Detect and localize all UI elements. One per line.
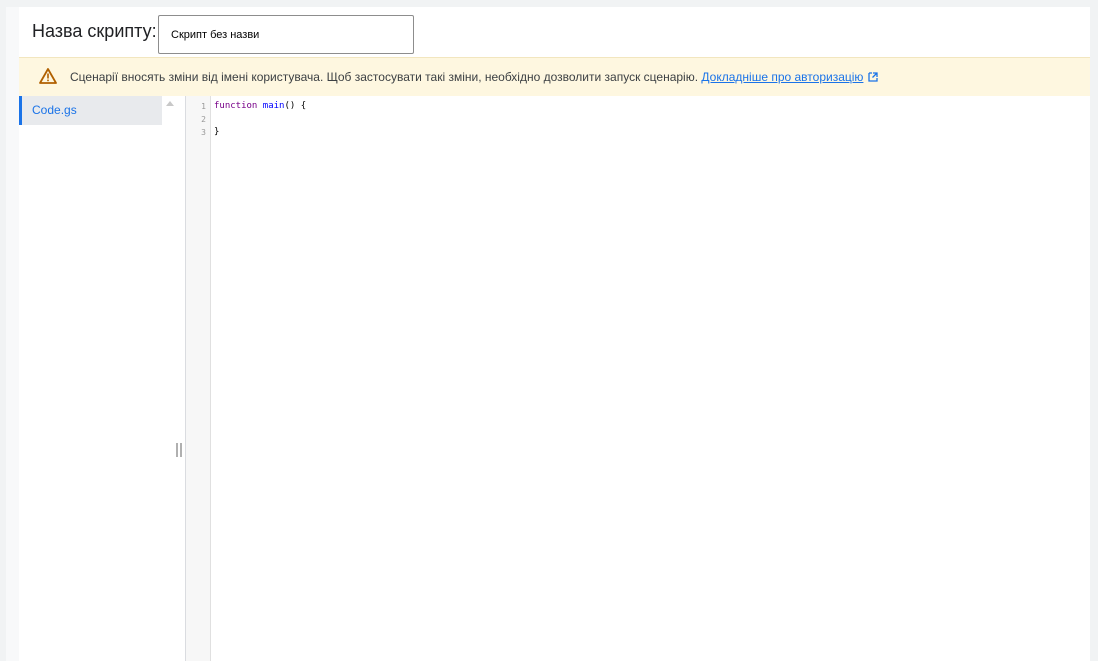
code-line-3[interactable]: } [214, 127, 219, 137]
code-keyword: function [214, 101, 258, 111]
scroll-up-arrow-icon[interactable] [166, 101, 174, 106]
line-number-gutter: 1 2 3 [186, 96, 211, 661]
code-editor[interactable]: 1 2 3 function main() { } [185, 96, 1090, 661]
file-list: Code.gs [19, 96, 162, 661]
line-number: 1 [201, 102, 206, 111]
script-name-row: Назва скрипту: [19, 7, 1090, 57]
external-link-icon[interactable] [868, 72, 879, 82]
line-number: 2 [201, 115, 206, 124]
authorization-warning-banner: Сценарії вносять зміни від імені користу… [19, 57, 1090, 96]
warning-text: Сценарії вносять зміни від імені користу… [70, 70, 699, 84]
resize-grip-bar [176, 443, 178, 457]
resize-grip-bar [180, 443, 182, 457]
code-punctuation: () { [284, 101, 307, 111]
script-name-label: Назва скрипту: [32, 21, 157, 41]
pane-resize-handle[interactable] [176, 443, 182, 457]
code-function-name: main [262, 101, 285, 111]
warning-triangle-icon [39, 68, 57, 84]
script-editor-panel: Назва скрипту: Сценарії вносять зміни ві… [19, 7, 1090, 661]
code-line-1[interactable]: function main() { [214, 101, 306, 111]
learn-more-authorization-link[interactable]: Докладніше про авторизацію [701, 70, 863, 84]
script-name-input[interactable] [158, 15, 414, 54]
file-item-code-gs[interactable]: Code.gs [19, 96, 162, 125]
warning-message: Сценарії вносять зміни від імені користу… [70, 70, 879, 84]
line-number: 3 [201, 128, 206, 137]
page-background: Назва скрипту: Сценарії вносять зміни ві… [6, 7, 1090, 661]
